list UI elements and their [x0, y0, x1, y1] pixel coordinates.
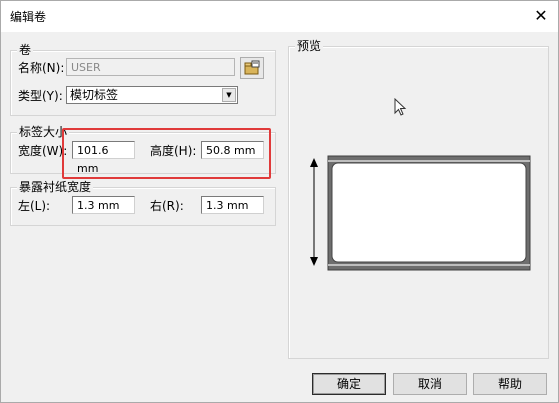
name-label: 名称(N): — [18, 61, 65, 75]
type-select[interactable]: 模切标签 ▼ — [66, 86, 238, 104]
left-input[interactable]: 1.3 mm — [72, 196, 135, 214]
label-shape — [331, 162, 527, 263]
dropdown-arrow-icon[interactable]: ▼ — [222, 88, 236, 102]
label-preview — [310, 155, 531, 271]
mouse-cursor-icon — [394, 98, 407, 116]
type-label: 类型(Y): — [18, 89, 63, 103]
cancel-button[interactable]: 取消 — [393, 373, 467, 395]
width-label: 宽度(W): — [18, 144, 68, 158]
ok-button[interactable]: 确定 — [312, 373, 386, 395]
right-input[interactable]: 1.3 mm — [201, 196, 264, 214]
right-label: 右(R): — [150, 199, 184, 213]
browse-button[interactable] — [240, 57, 264, 79]
dimension-arrow-icon — [310, 158, 318, 266]
title-bar: 编辑卷 ✕ — [0, 0, 559, 32]
close-button[interactable]: ✕ — [529, 4, 553, 28]
volume-group-legend: 卷 — [17, 43, 34, 57]
browse-icon — [244, 60, 260, 75]
left-label: 左(L): — [18, 199, 51, 213]
window-title: 编辑卷 — [10, 10, 47, 24]
help-button[interactable]: 帮助 — [473, 373, 547, 395]
preview-legend: 预览 — [295, 39, 324, 53]
type-select-value: 模切标签 — [70, 88, 119, 102]
liner-width-legend: 暴露衬纸宽度 — [17, 180, 94, 194]
name-input[interactable]: USER — [66, 58, 235, 76]
highlight-box — [62, 128, 271, 179]
